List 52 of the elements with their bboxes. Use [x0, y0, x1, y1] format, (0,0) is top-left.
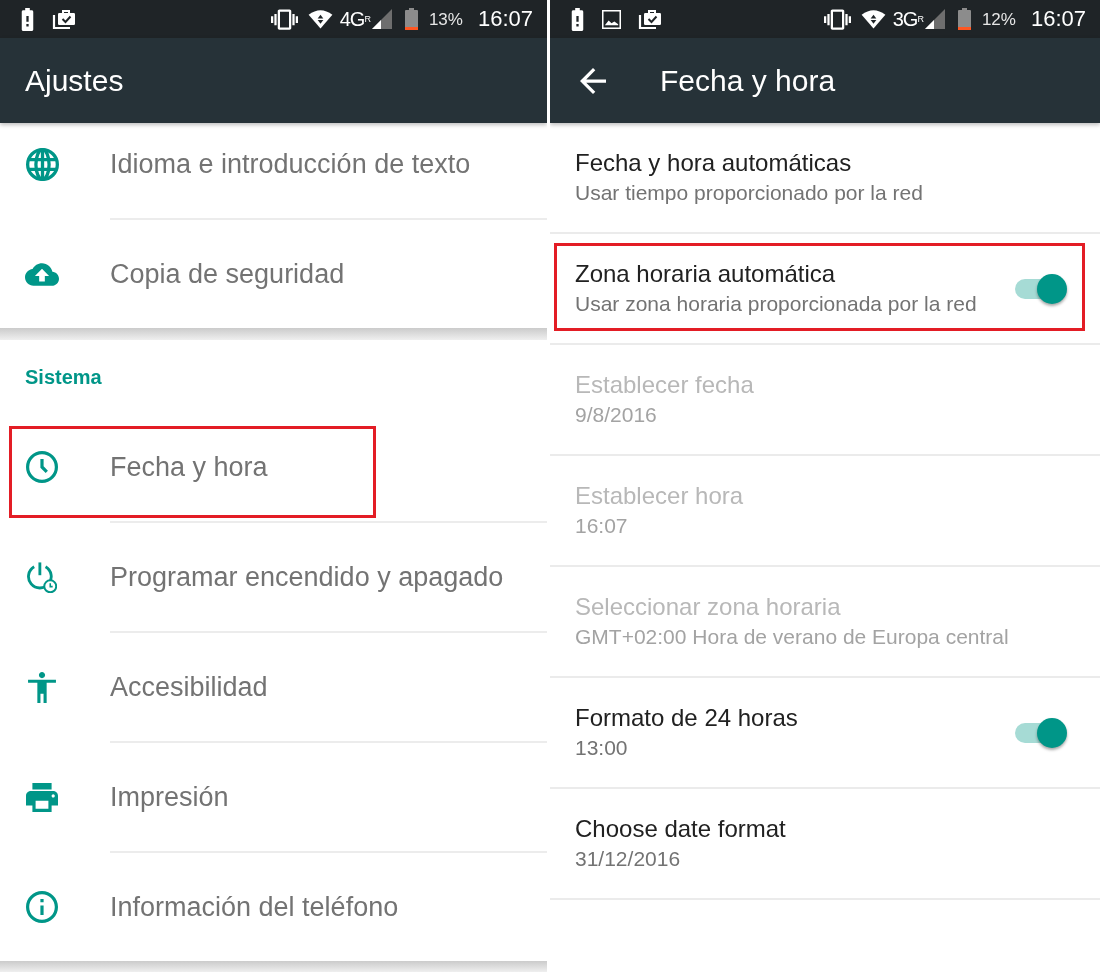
preference-summary: 31/12/2016	[575, 845, 681, 872]
cloud-upload-icon	[25, 262, 59, 286]
app-bar-title: Fecha y hora	[660, 65, 836, 96]
roaming-indicator: R	[364, 15, 371, 24]
preference-title[interactable]: Zona horaria automática	[575, 258, 836, 289]
preference-summary: Usar zona horaria proporcionada por la red	[575, 290, 977, 317]
accessibility-person-icon	[28, 671, 56, 703]
globe-icon	[25, 147, 59, 181]
back-arrow-icon[interactable]	[580, 67, 606, 94]
status-time: 16:07	[1030, 8, 1086, 30]
preference-summary: Usar tiempo proporcionado por la red	[575, 179, 923, 206]
clock-icon	[26, 451, 58, 483]
settings-item-label[interactable]: Programar encendido y apagado	[110, 563, 504, 591]
battery-percent: 12%	[981, 10, 1016, 28]
settings-item-label[interactable]: Impresión	[110, 783, 229, 811]
briefcase-check-icon	[52, 8, 76, 30]
battery-alert-icon	[20, 7, 35, 31]
network-type: 3G	[892, 9, 918, 29]
power-clock-icon	[27, 561, 57, 593]
toggle-switch[interactable]	[1015, 717, 1067, 748]
wifi-arrows-icon	[860, 9, 886, 29]
battery-icon	[957, 8, 971, 30]
settings-item-label[interactable]: Fecha y hora	[110, 453, 268, 481]
printer-icon	[26, 782, 58, 812]
battery-icon	[404, 8, 418, 30]
network-type: 4G	[339, 9, 365, 29]
preference-summary: 9/8/2016	[575, 401, 657, 428]
wifi-arrows-icon	[307, 9, 333, 29]
status-time: 16:07	[477, 8, 533, 30]
battery-alert-icon	[570, 7, 585, 31]
app-bar-title: Ajustes	[25, 65, 124, 96]
image-icon	[602, 9, 621, 29]
settings-item-label[interactable]: Accesibilidad	[110, 673, 268, 701]
preference-title[interactable]: Choose date format	[575, 813, 786, 844]
info-icon	[26, 891, 58, 923]
settings-item-label[interactable]: Idioma e introducción de texto	[110, 150, 471, 178]
briefcase-check-icon	[638, 8, 662, 30]
preference-title[interactable]: Formato de 24 horas	[575, 702, 798, 733]
roaming-indicator: R	[917, 15, 924, 24]
vibrate-icon	[823, 8, 851, 30]
settings-item-label[interactable]: Información del teléfono	[110, 893, 399, 921]
signal-icon	[924, 9, 945, 29]
preference-summary: 16:07	[575, 512, 628, 539]
preference-summary: 13:00	[575, 734, 628, 761]
signal-icon	[371, 9, 392, 29]
battery-percent: 13%	[428, 10, 463, 28]
settings-item-label[interactable]: Copia de seguridad	[110, 260, 345, 288]
preference-summary: GMT+02:00 Hora de verano de Europa central	[575, 623, 1009, 650]
toggle-switch[interactable]	[1015, 273, 1067, 304]
vibrate-icon	[270, 8, 298, 30]
section-header: Sistema	[25, 366, 102, 387]
preference-title[interactable]: Fecha y hora automáticas	[575, 147, 852, 178]
